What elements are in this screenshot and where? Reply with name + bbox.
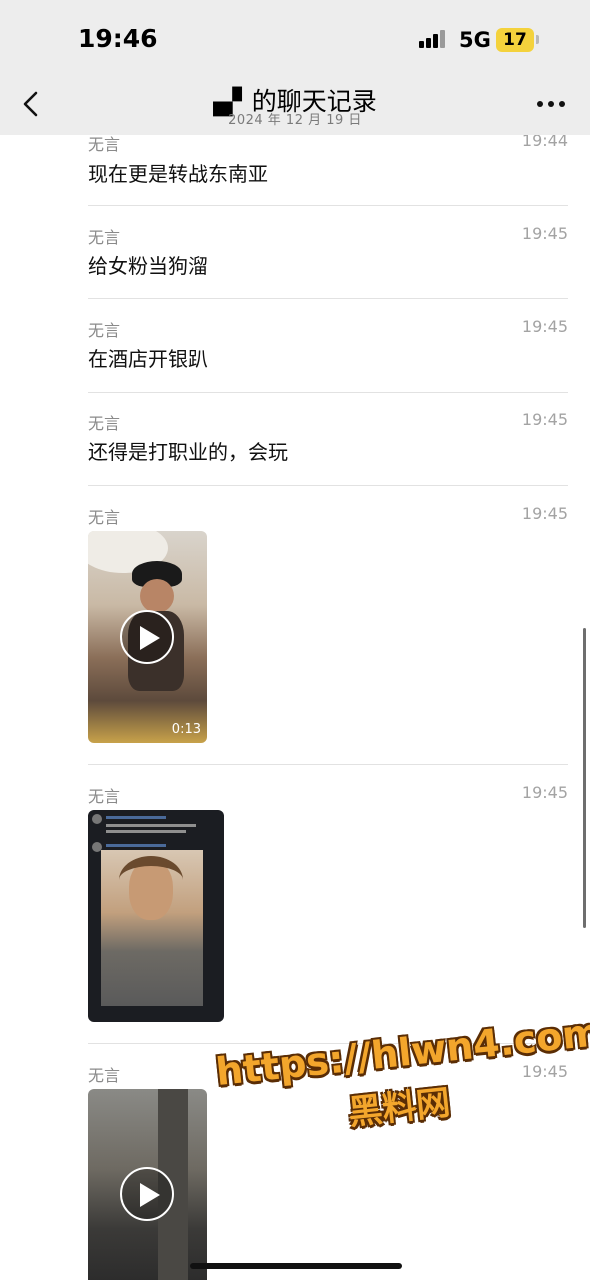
battery-cap	[536, 35, 539, 44]
status-time: 19:46	[78, 24, 158, 53]
image-thumbnail[interactable]	[88, 810, 224, 1022]
preview-line	[106, 844, 166, 847]
avatar	[92, 814, 102, 824]
photo-area	[101, 850, 203, 1006]
message-item: 无言 19:45 0:13	[88, 504, 568, 749]
battery-icon: 17	[496, 28, 534, 52]
message-sender: 无言	[88, 787, 121, 806]
divider	[88, 298, 568, 299]
message-sender: 无言	[88, 1066, 121, 1085]
message-item[interactable]: 无言 19:45 给女粉当狗溜	[88, 224, 568, 284]
face-shape	[140, 579, 174, 613]
message-time: 19:45	[521, 504, 568, 523]
preview-line	[106, 824, 196, 827]
divider	[88, 764, 568, 765]
message-item[interactable]: 无言 19:45 在酒店开银趴	[88, 317, 568, 377]
message-sender: 无言	[88, 414, 121, 433]
video-duration: 0:13	[171, 722, 201, 737]
message-sender: 无言	[88, 508, 121, 527]
home-indicator[interactable]	[190, 1263, 402, 1269]
more-button[interactable]	[536, 96, 566, 110]
message-time: 19:45	[521, 783, 568, 802]
message-text: 给女粉当狗溜	[88, 254, 208, 278]
play-button[interactable]	[120, 1167, 174, 1221]
divider	[88, 485, 568, 486]
play-button[interactable]	[120, 610, 174, 664]
divider	[88, 392, 568, 393]
message-text: 还得是打职业的，会玩	[88, 440, 288, 464]
signal-icon	[419, 30, 449, 48]
message-time: 19:45	[521, 1062, 568, 1081]
preview-line	[106, 816, 166, 819]
message-item[interactable]: 无言 19:45 还得是打职业的，会玩	[88, 410, 568, 470]
message-text: 在酒店开银趴	[88, 347, 208, 371]
message-sender: 无言	[88, 321, 121, 340]
divider	[88, 205, 568, 206]
hair-shape	[119, 856, 183, 904]
top-header: 19:46 5G 17 ▄▘的聊天记录 2024 年 12 月 19 日	[0, 0, 590, 135]
scrollbar[interactable]	[583, 628, 586, 928]
message-item: 无言 19:45	[88, 783, 568, 1028]
message-item[interactable]: 无言 19:44 现在更是转战东南亚	[88, 131, 568, 191]
network-label: 5G	[459, 28, 491, 52]
play-icon	[140, 626, 160, 650]
more-dots-icon	[537, 101, 565, 107]
message-time: 19:45	[521, 410, 568, 429]
video-thumbnail[interactable]: 0:13	[88, 531, 207, 743]
play-icon	[140, 1183, 160, 1207]
message-time: 19:45	[521, 317, 568, 336]
video-thumbnail[interactable]	[88, 1089, 207, 1280]
preview-line	[106, 830, 186, 833]
message-item: 无言 19:45	[88, 1062, 568, 1280]
message-sender: 无言	[88, 228, 121, 247]
message-time: 19:45	[521, 224, 568, 243]
message-text: 现在更是转战东南亚	[88, 162, 268, 186]
page-subtitle: 2024 年 12 月 19 日	[228, 113, 362, 128]
